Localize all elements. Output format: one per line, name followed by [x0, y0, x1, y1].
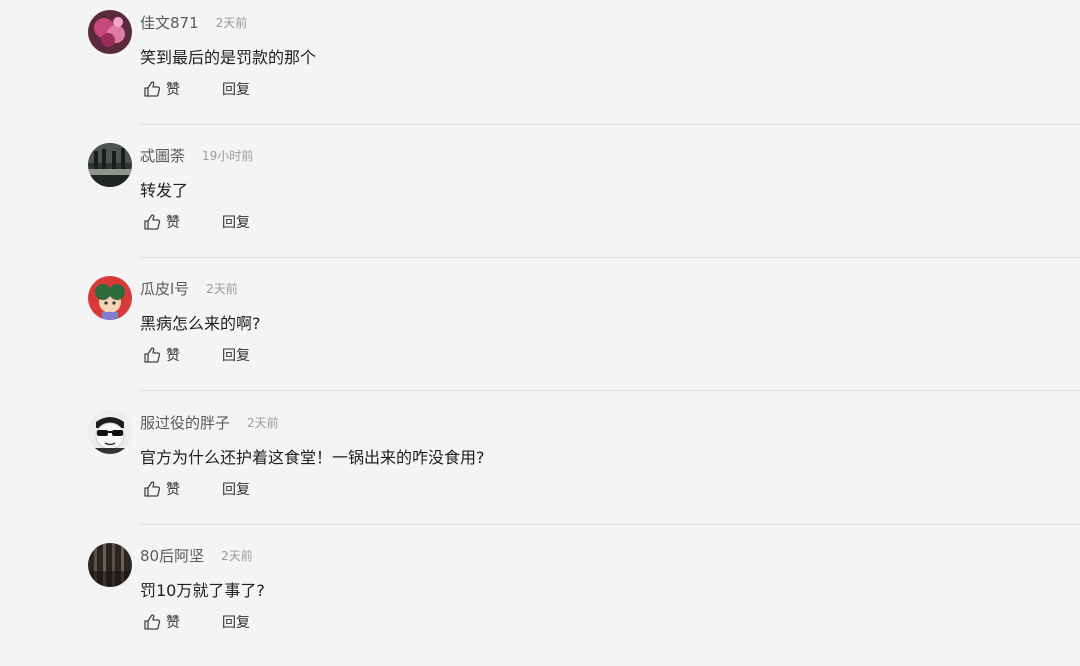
comment-list: 佳文871 2天前 笑到最后的是罚款的那个 赞 回复 忒圖荼 19小时前 转发了… [0, 0, 1080, 650]
thumbs-up-icon [144, 614, 161, 630]
comment-meta: 80后阿坚 2天前 [140, 543, 253, 567]
username[interactable]: 服过役的胖子 [140, 412, 230, 433]
comment-actions: 赞 回复 [143, 343, 250, 367]
pink-flower-avatar-image [88, 10, 132, 54]
like-label: 赞 [166, 482, 180, 498]
comment-item: 服过役的胖子 2天前 官方为什么还护着这食堂！一锅出来的咋没食用? 赞 回复 [0, 400, 1080, 533]
comment-meta: 服过役的胖子 2天前 [140, 410, 279, 434]
like-label: 赞 [166, 82, 180, 98]
like-button[interactable]: 赞 [143, 79, 180, 99]
like-label: 赞 [166, 215, 180, 231]
thumbs-up-icon [144, 81, 161, 97]
comment-meta: 佳文871 2天前 [140, 10, 247, 34]
comment-actions: 赞 回复 [143, 77, 250, 101]
divider [140, 390, 1080, 391]
avatar[interactable] [88, 276, 132, 320]
comment-item: 佳文871 2天前 笑到最后的是罚款的那个 赞 回复 [0, 0, 1080, 133]
comment-text: 笑到最后的是罚款的那个 [140, 48, 317, 67]
comment-text: 官方为什么还护着这食堂！一锅出来的咋没食用? [140, 448, 485, 467]
like-button[interactable]: 赞 [143, 479, 180, 499]
comment-text: 罚10万就了事了? [140, 581, 265, 600]
sunglasses-face-avatar-image [88, 410, 132, 454]
timestamp: 2天前 [206, 281, 238, 296]
comment-meta: 瓜皮l号 2天前 [140, 276, 238, 300]
username[interactable]: 瓜皮l号 [140, 278, 189, 299]
avatar[interactable] [88, 10, 132, 54]
thumbs-up-icon [144, 481, 161, 497]
timestamp: 2天前 [215, 15, 248, 30]
reply-button[interactable]: 回复 [222, 212, 250, 232]
thumbs-up-icon [144, 214, 161, 230]
timestamp: 19小时前 [202, 148, 254, 163]
divider [140, 524, 1080, 525]
comment-item: 瓜皮l号 2天前 黑病怎么来的啊? 赞 回复 [0, 266, 1080, 399]
dark-building-avatar-image [88, 143, 132, 187]
timestamp: 2天前 [221, 548, 253, 563]
comment-meta: 忒圖荼 19小时前 [140, 143, 253, 167]
red-cartoon-avatar-image [88, 276, 132, 320]
dark-striped-avatar-image [88, 543, 132, 587]
like-button[interactable]: 赞 [143, 212, 180, 232]
reply-button[interactable]: 回复 [222, 79, 250, 99]
username[interactable]: 80后阿坚 [140, 545, 204, 566]
divider [140, 257, 1080, 258]
reply-button[interactable]: 回复 [222, 612, 250, 632]
comment-text: 黑病怎么来的啊? [140, 314, 261, 333]
username[interactable]: 佳文871 [140, 12, 199, 33]
avatar[interactable] [88, 410, 132, 454]
comment-item: 80后阿坚 2天前 罚10万就了事了? 赞 回复 [0, 533, 1080, 666]
thumbs-up-icon [144, 347, 161, 363]
like-button[interactable]: 赞 [143, 612, 180, 632]
timestamp: 2天前 [247, 415, 279, 430]
reply-button[interactable]: 回复 [222, 345, 250, 365]
divider [140, 124, 1080, 125]
comment-actions: 赞 回复 [143, 610, 250, 634]
like-button[interactable]: 赞 [143, 345, 180, 365]
comment-item: 忒圖荼 19小时前 转发了 赞 回复 [0, 133, 1080, 266]
like-label: 赞 [166, 348, 180, 364]
avatar[interactable] [88, 543, 132, 587]
comment-actions: 赞 回复 [143, 210, 250, 234]
reply-button[interactable]: 回复 [222, 479, 250, 499]
comment-actions: 赞 回复 [143, 477, 250, 501]
like-label: 赞 [166, 615, 180, 631]
comment-text: 转发了 [140, 181, 189, 200]
username[interactable]: 忒圖荼 [140, 145, 185, 166]
avatar[interactable] [88, 143, 132, 187]
